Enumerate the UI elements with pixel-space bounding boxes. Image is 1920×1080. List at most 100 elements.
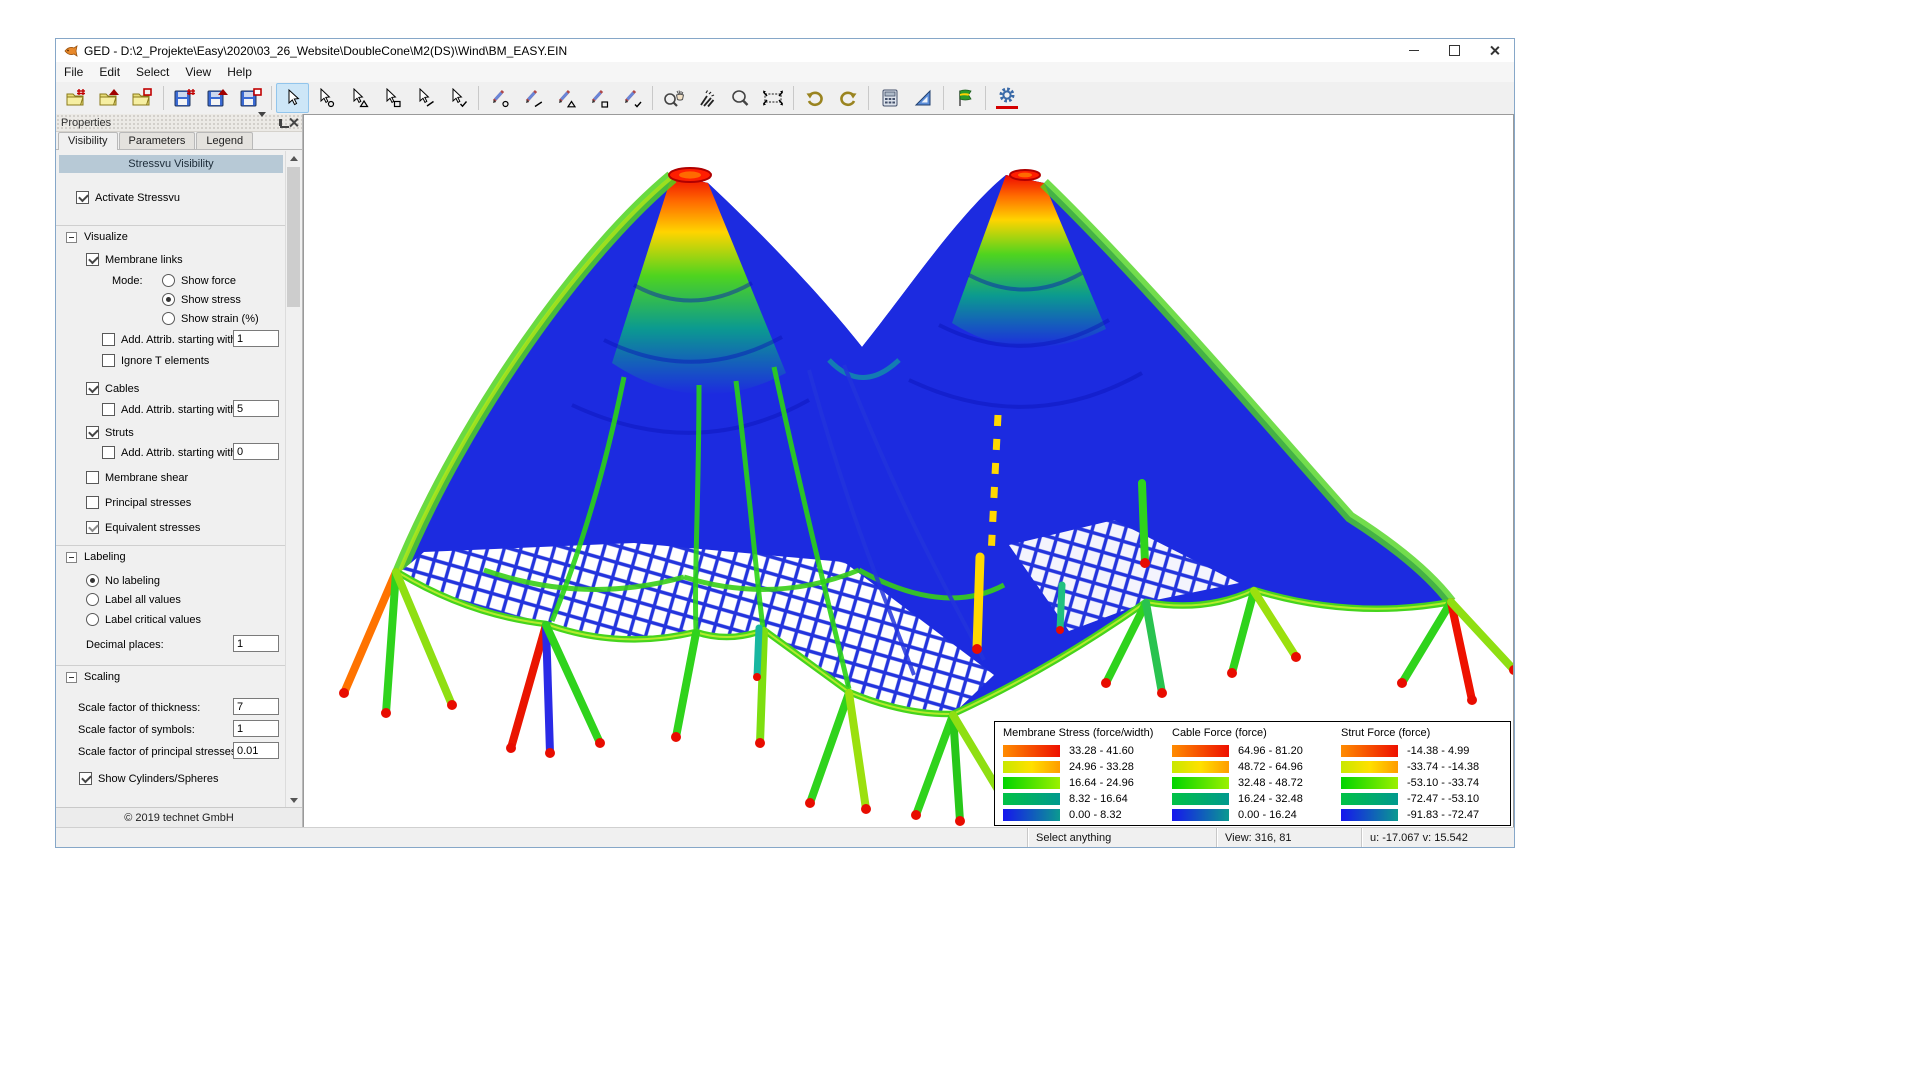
save-mesh-button[interactable] [168, 83, 201, 113]
show-cylinders-checkbox[interactable] [79, 772, 92, 785]
select-check-button[interactable] [441, 83, 474, 113]
open-triangles-icon [99, 88, 121, 108]
show-stress-radio[interactable] [162, 293, 175, 306]
select-line-button[interactable] [408, 83, 441, 113]
cables-checkbox[interactable] [86, 382, 99, 395]
app-logo-icon [63, 44, 79, 58]
select-cursor-button[interactable] [276, 83, 309, 113]
flag-icon [955, 88, 975, 108]
activate-stressvu-row: Activate Stressvu [76, 191, 180, 204]
calculator-button[interactable] [873, 83, 906, 113]
cables-row: Cables [86, 382, 139, 395]
draw-rect-button[interactable] [582, 83, 615, 113]
refresh-lines-button[interactable] [690, 83, 723, 113]
sf-thickness-input[interactable] [233, 698, 279, 715]
activate-stressvu-checkbox[interactable] [76, 191, 89, 204]
visibility-tab-content: Stressvu Visibility Activate Stressvu Vi… [56, 151, 286, 808]
open-rect-button[interactable] [126, 83, 159, 113]
equivalent-stresses-checkbox[interactable] [86, 521, 99, 534]
redo-button[interactable] [831, 83, 864, 113]
collapse-labeling-icon[interactable] [66, 552, 77, 563]
membrane-add-attrib-checkbox[interactable] [102, 333, 115, 346]
draw-triangle-button[interactable] [549, 83, 582, 113]
legend-membrane-title: Membrane Stress (force/width) [1003, 727, 1172, 739]
settings-gear-icon [996, 86, 1018, 110]
sf-principal-input[interactable] [233, 742, 279, 759]
menu-edit[interactable]: Edit [91, 63, 128, 81]
show-strain-radio[interactable] [162, 312, 175, 325]
zoom-window-button[interactable] [723, 83, 756, 113]
labeling-section-header: Labeling [56, 545, 286, 570]
toolbar-separator [271, 86, 272, 110]
select-circle-button[interactable] [309, 83, 342, 113]
select-triangle-button[interactable] [342, 83, 375, 113]
show-stress-row: Show stress [162, 293, 241, 306]
no-labeling-radio[interactable] [86, 574, 99, 587]
maximize-button[interactable] [1434, 39, 1474, 62]
membrane-add-attrib-input[interactable] [233, 330, 279, 347]
panel-footer: © 2019 technet GmbH [56, 807, 302, 828]
draw-line-button[interactable] [516, 83, 549, 113]
struts-add-attrib-checkbox[interactable] [102, 446, 115, 459]
membrane-links-checkbox[interactable] [86, 253, 99, 266]
zoom-extents-button[interactable] [756, 83, 789, 113]
struts-add-attrib-row: Add. Attrib. starting with: [102, 446, 240, 459]
label-all-radio[interactable] [86, 593, 99, 606]
mode-row: Mode: [112, 275, 143, 287]
menu-view[interactable]: View [177, 63, 219, 81]
cables-add-attrib-input[interactable] [233, 400, 279, 417]
title-bar[interactable]: GED - D:\2_Projekte\Easy\2020\03_26_Webs… [56, 39, 1514, 62]
collapse-visualize-icon[interactable] [66, 232, 77, 243]
label-critical-radio[interactable] [86, 613, 99, 626]
struts-add-attrib-input[interactable] [233, 443, 279, 460]
sf-symbols-input[interactable] [233, 720, 279, 737]
panel-title-bar[interactable]: Properties [56, 114, 302, 132]
legend-cable-title: Cable Force (force) [1172, 727, 1341, 739]
membrane-shear-row: Membrane shear [86, 471, 188, 484]
close-button[interactable] [1474, 39, 1514, 62]
panel-pin-icon[interactable] [279, 119, 282, 126]
save-rect-button[interactable] [234, 83, 267, 113]
pan-hand-button[interactable] [657, 83, 690, 113]
tab-parameters[interactable]: Parameters [119, 132, 196, 149]
cone-top-rings [669, 168, 1040, 182]
menu-help[interactable]: Help [219, 63, 260, 81]
scroll-thumb[interactable] [287, 167, 300, 307]
draw-line-icon [523, 88, 543, 108]
ignore-t-checkbox[interactable] [102, 354, 115, 367]
select-rect-button[interactable] [375, 83, 408, 113]
legend-color-bar [1172, 809, 1229, 821]
menu-file[interactable]: File [56, 63, 91, 81]
toolbar-separator [652, 86, 653, 110]
minimize-button[interactable] [1394, 39, 1434, 62]
scroll-up-icon[interactable] [286, 151, 301, 166]
draw-circle-button[interactable] [483, 83, 516, 113]
open-triangles-button[interactable] [93, 83, 126, 113]
scroll-down-icon[interactable] [286, 793, 301, 808]
save-triangles-button[interactable] [201, 83, 234, 113]
panel-menu-icon[interactable] [258, 117, 269, 128]
panel-scrollbar[interactable] [285, 151, 302, 808]
collapse-scaling-icon[interactable] [66, 672, 77, 683]
struts-checkbox[interactable] [86, 426, 99, 439]
membrane-shear-checkbox[interactable] [86, 471, 99, 484]
settings-button[interactable] [990, 83, 1023, 113]
panel-close-icon[interactable] [288, 117, 299, 128]
flag-button[interactable] [948, 83, 981, 113]
menu-bar: File Edit Select View Help [56, 62, 1514, 83]
decimal-places-input[interactable] [233, 635, 279, 652]
open-mesh-button[interactable] [60, 83, 93, 113]
tab-legend[interactable]: Legend [196, 132, 253, 149]
principal-stresses-checkbox[interactable] [86, 496, 99, 509]
membrane-links-row: Membrane links [86, 253, 183, 266]
undo-button[interactable] [798, 83, 831, 113]
cables-add-attrib-checkbox[interactable] [102, 403, 115, 416]
model-viewport[interactable]: Membrane Stress (force/width) 33.28 - 41… [303, 114, 1514, 828]
set-square-button[interactable] [906, 83, 939, 113]
legend-color-bar [1003, 809, 1060, 821]
draw-check-button[interactable] [615, 83, 648, 113]
show-force-radio[interactable] [162, 274, 175, 287]
menu-select[interactable]: Select [128, 63, 177, 81]
tab-visibility[interactable]: Visibility [58, 132, 118, 150]
window-controls [1394, 39, 1514, 62]
